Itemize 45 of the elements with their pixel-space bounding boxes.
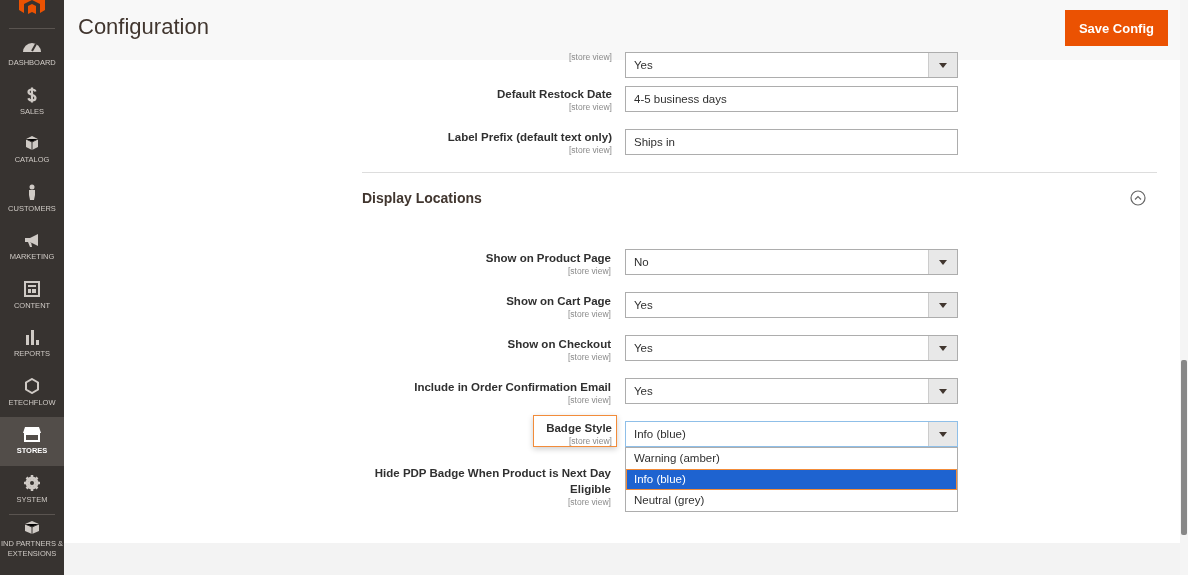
bricks-icon	[22, 519, 42, 536]
select-field[interactable]: Info (blue)	[625, 421, 958, 447]
field-label: Hide PDP Badge When Product is Next Day Eligible	[373, 466, 611, 497]
scope-note: [store view]	[568, 352, 611, 362]
scrollbar[interactable]	[1180, 0, 1188, 575]
scope-note: [store view]	[569, 145, 612, 155]
section-title[interactable]: Display Locations	[362, 190, 482, 206]
logo-icon	[17, 0, 47, 14]
store-icon	[22, 426, 42, 443]
page-title: Configuration	[78, 14, 209, 40]
scope-note: [store view]	[568, 266, 611, 276]
input-field[interactable]: 4-5 business days	[625, 86, 958, 112]
select-field[interactable]: Yes	[625, 292, 958, 318]
scope-note: [store view]	[569, 436, 612, 446]
collapse-icon[interactable]	[1130, 190, 1146, 206]
dropdown-option[interactable]: Neutral (grey)	[626, 490, 957, 511]
field-label: Show on Checkout	[507, 337, 611, 352]
field-label: Label Prefix (default text only)	[447, 130, 612, 145]
scope-note: [store view]	[568, 309, 611, 319]
dropdown-option[interactable]: Warning (amber)	[626, 448, 957, 469]
select-field[interactable]: Yes	[625, 335, 958, 361]
field-label: Badge Style	[546, 421, 612, 436]
caret-icon	[939, 62, 947, 68]
field-label: Default Restock Date	[496, 87, 612, 102]
scope-note: [store view]	[569, 52, 612, 62]
select-field[interactable]: No	[625, 249, 958, 275]
caret-icon	[939, 345, 947, 351]
layout-icon	[22, 280, 42, 297]
dropdown-option[interactable]: Info (blue)	[626, 469, 957, 490]
hexagon-icon	[22, 377, 42, 394]
caret-icon	[939, 431, 947, 437]
caret-icon	[939, 388, 947, 394]
scope-note: [store view]	[568, 395, 611, 405]
save-config-button[interactable]: Save Config	[1064, 10, 1168, 46]
field-label: Show on Cart Page	[506, 294, 611, 309]
input-field[interactable]: Ships in	[625, 129, 958, 155]
caret-icon	[939, 259, 947, 265]
field-label: Show on Product Page	[485, 251, 611, 266]
scope-note: [store view]	[569, 102, 612, 112]
select-field[interactable]: Yes	[625, 52, 958, 78]
caret-icon	[939, 302, 947, 308]
field-label: Include in Order Confirmation Email	[414, 380, 611, 395]
scope-note: [store view]	[568, 497, 611, 507]
gear-icon	[22, 474, 42, 491]
select-field[interactable]: Yes	[625, 378, 958, 404]
